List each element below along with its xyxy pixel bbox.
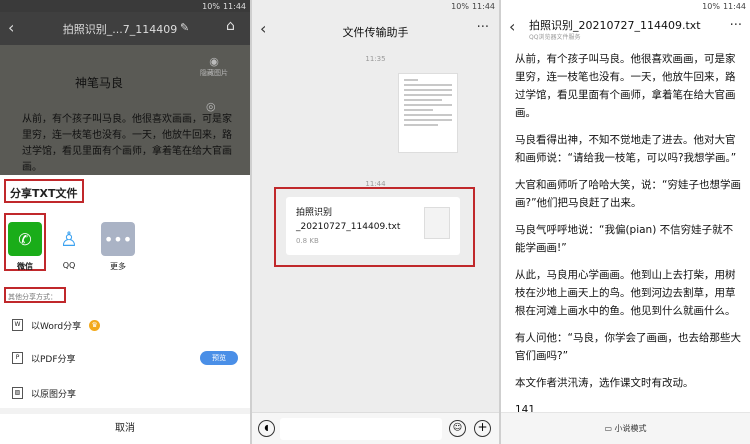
- reader-title: 拍照识别_20210727_114409.txt: [529, 19, 701, 32]
- novel-mode-button[interactable]: ▭ 小说模式: [501, 423, 750, 434]
- top-bar: ‹ 拍照识别_...7_114409 ✎ ⌂: [0, 12, 250, 45]
- edit-pencil-icon[interactable]: ✎: [180, 21, 189, 34]
- novel-mode-label: 小说模式: [614, 424, 647, 433]
- preview-button[interactable]: 预览: [200, 351, 238, 365]
- file-message[interactable]: 拍照识别_20210727_114409.txt 0.8 KB: [286, 197, 460, 255]
- back-icon[interactable]: ‹: [509, 17, 515, 36]
- option-label: 以PDF分享: [31, 354, 76, 365]
- option-label: 以原图分享: [31, 389, 77, 400]
- status-bar: 10% 11:44: [501, 0, 750, 12]
- paragraph: 从此，马良用心学画画。他到山上去打柴，用树枝在沙地上画天上的鸟。他到河边去割草，…: [515, 269, 736, 317]
- file-icon: [424, 207, 450, 239]
- reader-content: 从前，有个孩子叫马良。他很喜欢画画，可是家里穷，连一枝笔也没有。一天，他放牛回来…: [515, 50, 743, 428]
- share-app-wechat[interactable]: ✆ 微信: [8, 222, 42, 272]
- share-sheet: 分享TXT文件 ✆ 微信 ♙ QQ ••• 更多 其他分享方式： W 以Word…: [0, 175, 250, 444]
- more-icon[interactable]: ···: [730, 18, 742, 33]
- message-input[interactable]: [280, 418, 442, 440]
- more-dots-icon: •••: [101, 222, 135, 256]
- image-message-thumbnail[interactable]: [398, 73, 458, 153]
- text-reader-screen: 10% 11:44 ‹ 拍照识别_20210727_114409.txt QQ浏览…: [501, 0, 750, 444]
- reader-subtitle: QQ浏览器文件服务: [529, 34, 581, 41]
- status-bar: 10% 11:44: [0, 0, 250, 12]
- word-doc-icon: W: [12, 319, 23, 331]
- share-app-label: 更多: [110, 262, 126, 271]
- chat-input-bar: ◖ ☺ +: [252, 412, 499, 444]
- emoji-icon[interactable]: ☺: [449, 420, 466, 437]
- reader-header: ‹ 拍照识别_20210727_114409.txt QQ浏览器文件服务 ···: [501, 12, 750, 46]
- chat-header: ‹ 文件传输助手 ···: [252, 12, 499, 50]
- eye-icon: ◉: [209, 55, 219, 68]
- share-image-option[interactable]: ▨ 以原图分享: [12, 383, 76, 403]
- share-app-more[interactable]: ••• 更多: [101, 222, 135, 272]
- chat-title: 文件传输助手: [342, 26, 409, 39]
- option-label: 以Word分享: [31, 321, 82, 332]
- clock-text: 11:44: [722, 1, 746, 11]
- battery-text: 10%: [702, 1, 720, 11]
- book-title: 神笔马良: [75, 76, 124, 90]
- share-word-option[interactable]: W 以Word分享 ♛: [12, 315, 101, 335]
- status-bar: 10% 11:44: [252, 0, 499, 12]
- other-methods-label: 其他分享方式：: [8, 293, 57, 301]
- file-name: 拍照识别_20210727_114409.txt: [296, 208, 401, 232]
- share-app-qq[interactable]: ♙ QQ: [52, 222, 86, 270]
- home-icon[interactable]: ⌂: [226, 18, 235, 34]
- wechat-icon: ✆: [8, 222, 42, 256]
- clock-text: 11:44: [471, 1, 495, 11]
- hide-image-toggle[interactable]: ◉ 隐藏图片: [200, 55, 228, 78]
- more-icon[interactable]: ···: [477, 20, 489, 35]
- paragraph: 大官和画师听了哈哈大笑，说：“穷娃子也想学画画?”他们把马良赶了出来。: [515, 179, 741, 209]
- paragraph: 从前，有个孩子叫马良。他很喜欢画画，可是家里穷，连一枝笔也没有。一天，他放牛回来…: [515, 53, 736, 119]
- plus-icon[interactable]: +: [474, 420, 491, 437]
- pdf-doc-icon: P: [12, 352, 23, 364]
- message-time: 11:35: [365, 55, 386, 63]
- battery-text: 10%: [202, 1, 220, 11]
- side-action-icon: ◎: [206, 100, 216, 113]
- paragraph: 本文作者洪汛涛，选作课文时有改动。: [515, 377, 694, 389]
- voice-icon[interactable]: ◖: [258, 420, 275, 437]
- paragraph: 马良气呼呼地说：“我偏(pian) 不信穷娃子就不能学画画!”: [515, 224, 734, 254]
- paragraph: 有人问他：“马良，你学会了画画，也去给那些大官们画吗?”: [515, 332, 741, 362]
- book-text: 从前，有个孩子叫马良。他很喜欢画画，可是家里穷，连一枝笔也没有。一天，他放牛回来…: [22, 114, 232, 173]
- file-size: 0.8 KB: [296, 237, 319, 245]
- share-pdf-option[interactable]: P 以PDF分享: [12, 348, 76, 368]
- side-action[interactable]: ◎: [206, 100, 216, 113]
- cancel-button[interactable]: 取消: [0, 408, 250, 444]
- share-sheet-screen: 10% 11:44 ‹ 拍照识别_...7_114409 ✎ ⌂ 神笔马良 从前，…: [0, 0, 250, 444]
- share-app-label: QQ: [62, 261, 76, 270]
- qq-icon: ♙: [52, 222, 86, 256]
- wechat-chat-screen: 10% 11:44 ‹ 文件传输助手 ··· 11:35 11:44 拍照识别_2…: [252, 0, 499, 444]
- paragraph: 马良看得出神，不知不觉地走了进去。他对大官和画师说：“请给我一枝笔，可以吗?我想…: [515, 134, 737, 164]
- share-app-label: 微信: [17, 262, 33, 271]
- novel-mode-icon: ▭: [604, 424, 612, 433]
- vip-crown-icon: ♛: [89, 319, 101, 331]
- image-icon: ▨: [12, 387, 23, 399]
- clock-text: 11:44: [222, 1, 246, 11]
- back-icon[interactable]: ‹: [8, 18, 14, 37]
- document-title: 拍照识别_...7_114409: [62, 23, 178, 36]
- reader-bottom-bar: ▭ 小说模式: [501, 412, 750, 444]
- screenshot-collage: 10% 11:44 ‹ 拍照识别_...7_114409 ✎ ⌂ 神笔马良 从前，…: [0, 0, 750, 444]
- share-title: 分享TXT文件: [4, 179, 84, 203]
- hide-image-label: 隐藏图片: [200, 69, 228, 77]
- battery-text: 10%: [451, 1, 469, 11]
